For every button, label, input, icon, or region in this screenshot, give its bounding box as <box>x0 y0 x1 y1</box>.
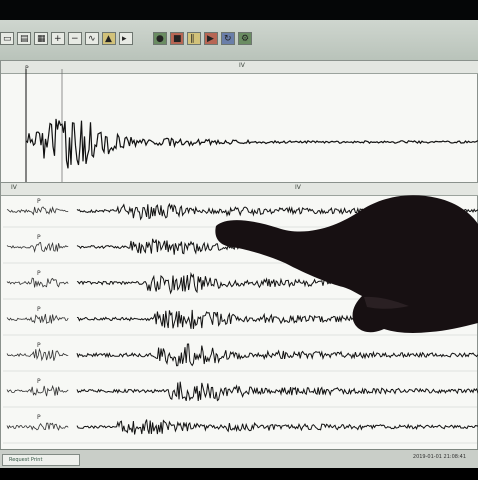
hand-silhouette <box>215 195 478 333</box>
pointing-hand <box>215 195 478 333</box>
